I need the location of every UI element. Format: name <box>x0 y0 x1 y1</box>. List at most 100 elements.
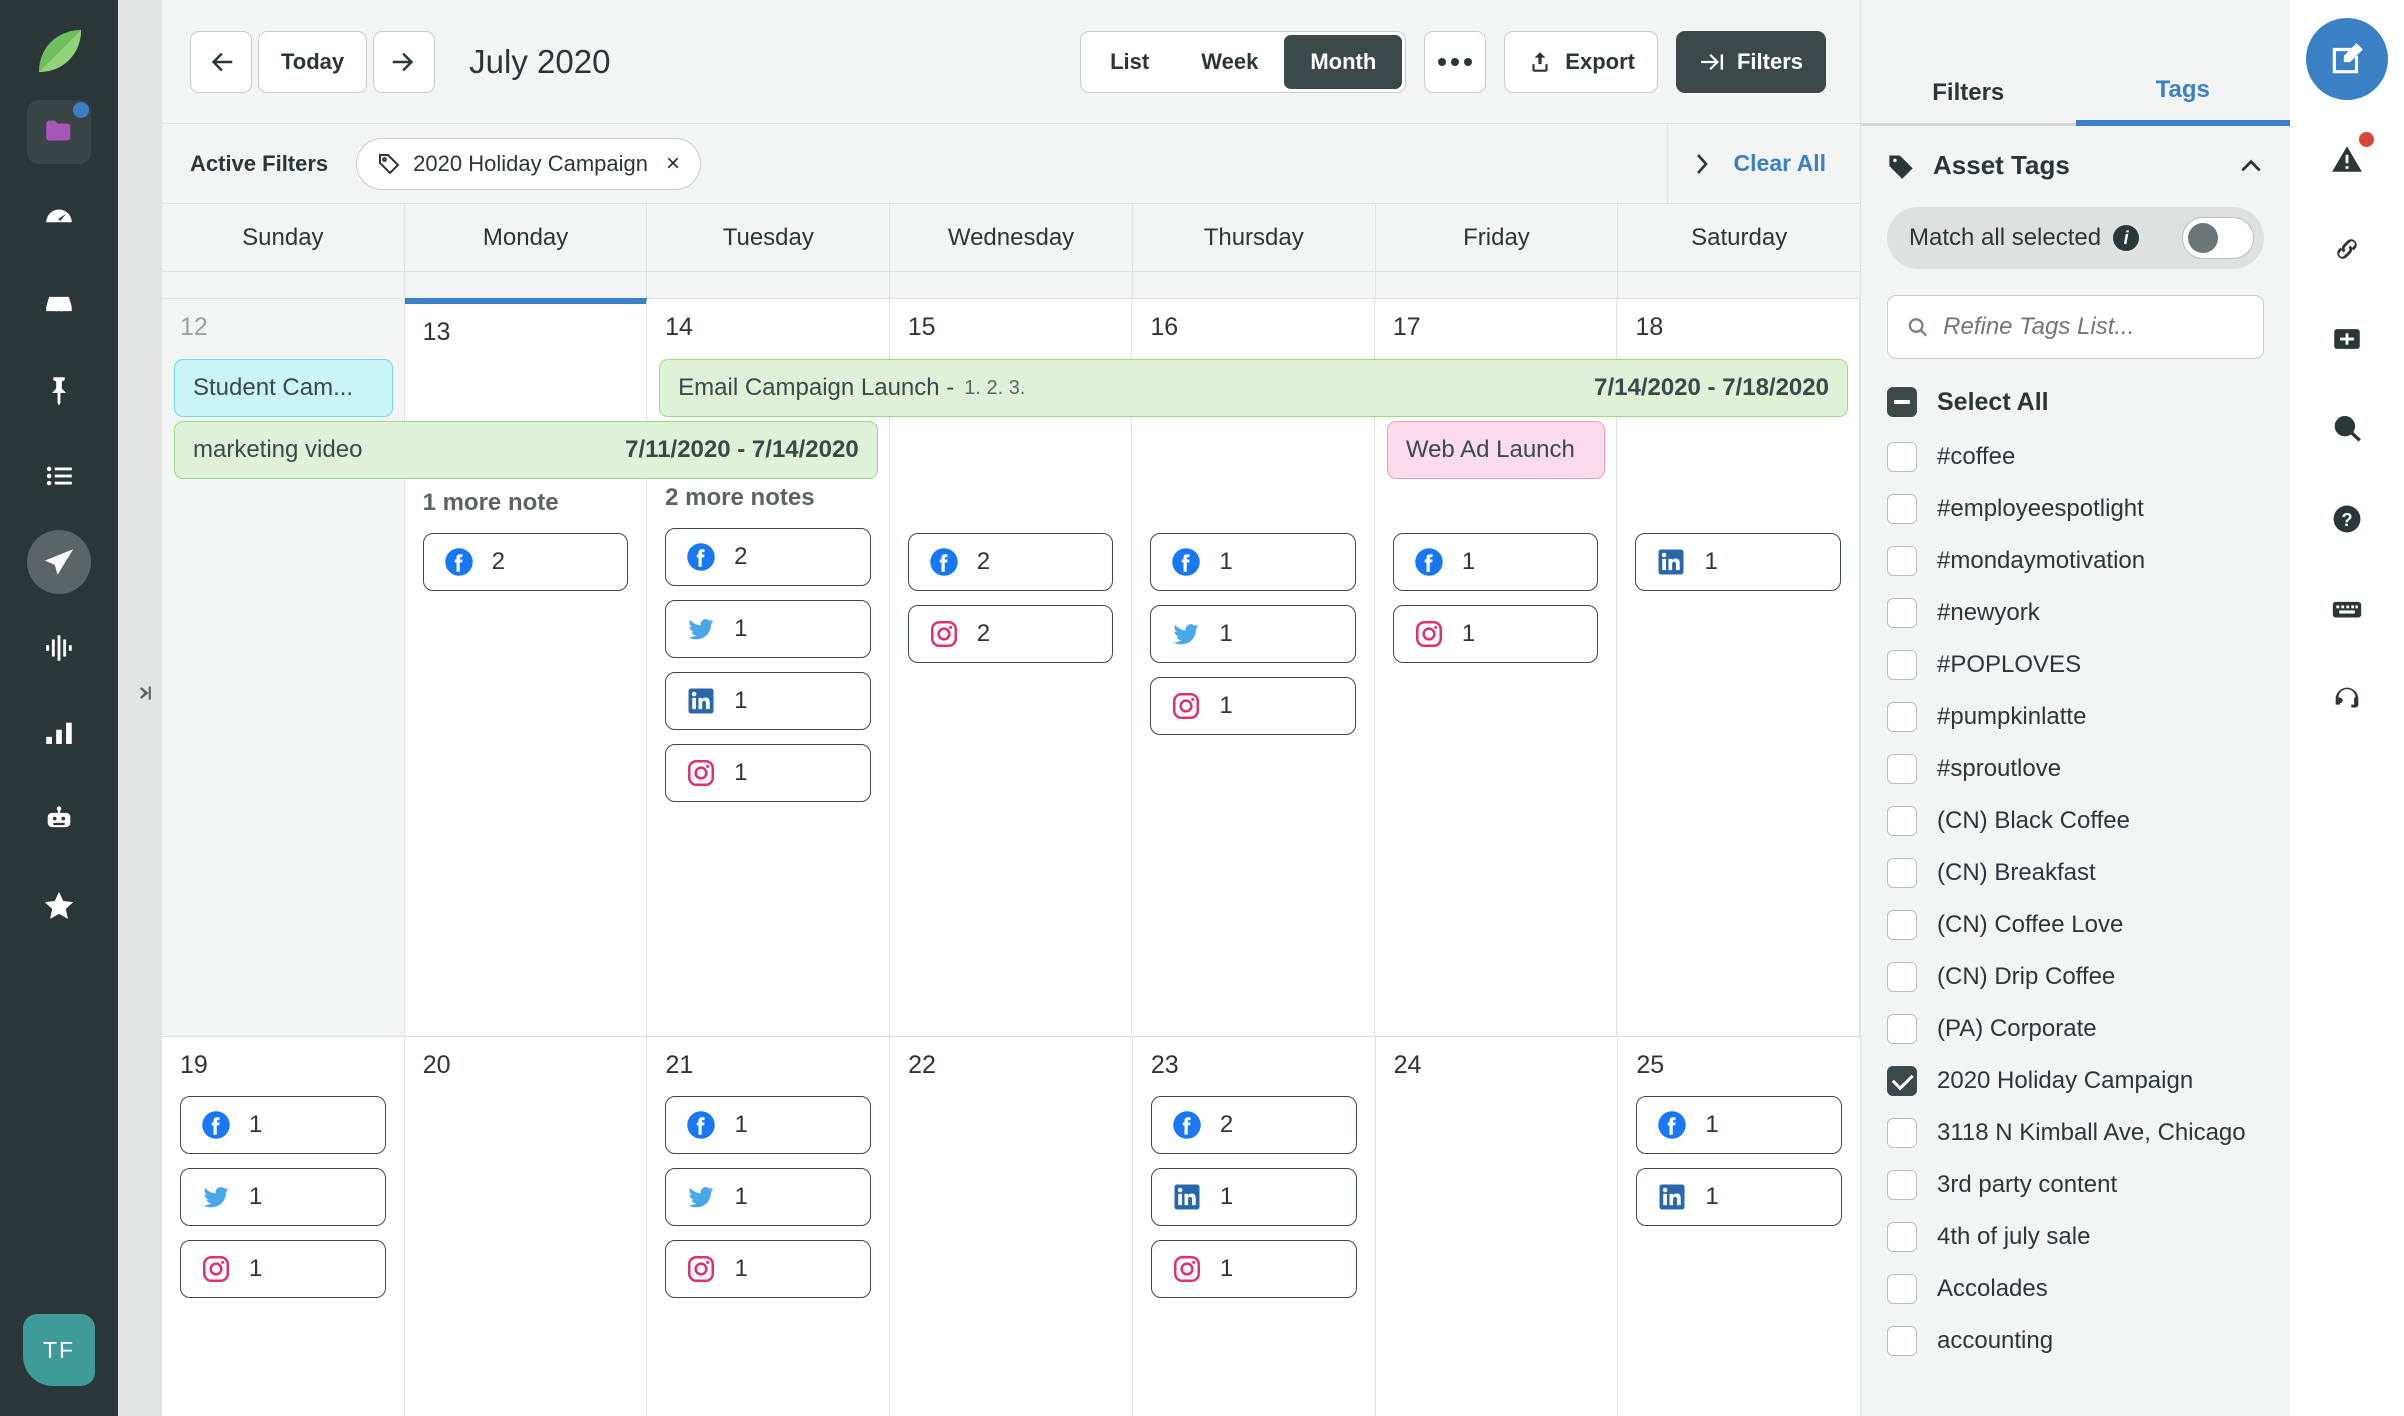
calendar-day-cell[interactable]: 25 1 1 <box>1618 1037 1860 1416</box>
tag-list-item[interactable]: #coffee <box>1887 431 2264 483</box>
view-week[interactable]: Week <box>1175 35 1284 89</box>
alerts-button[interactable] <box>2306 128 2388 190</box>
network-badge[interactable]: 1 <box>665 672 871 730</box>
tag-list-item[interactable]: Accolades <box>1887 1263 2264 1315</box>
calendar-day-cell[interactable]: 23 2 1 1 <box>1133 1037 1376 1416</box>
network-badge[interactable]: 1 <box>1150 605 1356 663</box>
tag-list-item[interactable]: 3rd party content <box>1887 1159 2264 1211</box>
tag-list-item[interactable]: accounting <box>1887 1315 2264 1367</box>
network-badge[interactable]: 2 <box>907 605 1114 663</box>
tag-list-item[interactable]: (CN) Black Coffee <box>1887 795 2264 847</box>
network-badge[interactable]: 1 <box>180 1168 386 1226</box>
chevron-up-icon[interactable] <box>2238 153 2264 179</box>
tag-checkbox[interactable] <box>1887 1014 1917 1044</box>
network-badge[interactable]: 1 <box>1392 605 1599 663</box>
sidebar-item-bot-builder[interactable] <box>27 788 91 852</box>
calendar-day-cell[interactable]: 24 <box>1376 1037 1619 1416</box>
tag-checkbox[interactable] <box>1887 1170 1917 1200</box>
more-notes-link[interactable]: 2 more notes <box>665 484 871 512</box>
more-options-button[interactable] <box>1424 30 1487 93</box>
filter-chip-holiday-campaign[interactable]: 2020 Holiday Campaign × <box>356 137 702 190</box>
calendar-event[interactable]: Email Campaign Launch - 1. 2. 3. 7/14/2020… <box>659 359 1848 417</box>
tag-checkbox[interactable] <box>1887 442 1917 472</box>
network-badge[interactable]: 1 <box>1392 533 1599 591</box>
match-all-toggle[interactable] <box>2182 217 2254 259</box>
calendar-day-cell[interactable]: 13 1 more note 2 <box>404 298 648 1036</box>
help-button[interactable]: ? <box>2306 488 2388 550</box>
network-badge[interactable]: 1 <box>1150 1168 1357 1226</box>
network-badge[interactable]: 1 <box>1150 1240 1357 1298</box>
network-badge[interactable]: 1 <box>1635 533 1842 591</box>
tag-checkbox[interactable] <box>1887 546 1917 576</box>
tag-list-item[interactable]: 3118 N Kimball Ave, Chicago <box>1887 1107 2264 1159</box>
tag-list-item[interactable]: #newyork <box>1887 587 2264 639</box>
search-button[interactable] <box>2306 398 2388 460</box>
select-all-row[interactable]: Select All <box>1861 359 2290 417</box>
tag-list-item[interactable]: #pumpkinlatte <box>1887 691 2264 743</box>
sidebar-item-tasks-list[interactable] <box>27 444 91 508</box>
export-button[interactable]: Export <box>1504 30 1658 93</box>
network-badge[interactable]: 1 <box>665 1096 872 1154</box>
network-badge[interactable]: 2 <box>907 533 1114 591</box>
calendar-day-cell[interactable]: 21 1 1 1 <box>647 1037 891 1416</box>
network-badge[interactable]: 1 <box>665 1168 872 1226</box>
network-badge[interactable]: 1 <box>1636 1096 1843 1154</box>
tag-checkbox[interactable] <box>1887 1326 1917 1356</box>
sidebar-item-reviews[interactable] <box>27 874 91 938</box>
tag-checkbox[interactable] <box>1887 754 1917 784</box>
sidebar-collapse-strip[interactable] <box>118 0 162 1416</box>
tag-checkbox[interactable] <box>1887 494 1917 524</box>
view-month[interactable]: Month <box>1284 34 1403 89</box>
info-icon[interactable]: i <box>2113 225 2140 251</box>
tag-list-item[interactable]: #employeespotlight <box>1887 483 2264 535</box>
support-button[interactable] <box>2306 668 2388 730</box>
refine-tags-search[interactable] <box>1887 295 2264 359</box>
sidebar-item-inbox[interactable] <box>27 272 91 336</box>
network-badge[interactable]: 1 <box>180 1240 386 1298</box>
view-list[interactable]: List <box>1084 35 1175 89</box>
network-badge[interactable]: 2 <box>665 528 871 586</box>
sidebar-item-dashboard[interactable] <box>27 186 91 250</box>
tag-checkbox[interactable] <box>1887 598 1917 628</box>
tag-checkbox[interactable] <box>1887 1066 1917 1096</box>
sidebar-item-publishing[interactable] <box>27 530 91 594</box>
prev-month-button[interactable] <box>190 30 252 93</box>
network-badge[interactable]: 1 <box>665 744 871 802</box>
tag-list-item[interactable]: (CN) Breakfast <box>1887 847 2264 899</box>
tag-checkbox[interactable] <box>1887 650 1917 680</box>
tag-list-item[interactable]: 4th of july sale <box>1887 1211 2264 1263</box>
tab-filters[interactable]: Filters <box>1861 79 2076 126</box>
tag-checkbox[interactable] <box>1887 1274 1917 1304</box>
tag-checkbox[interactable] <box>1887 910 1917 940</box>
today-button[interactable]: Today <box>258 30 368 93</box>
calendar-day-cell[interactable]: 19 1 1 1 <box>162 1037 405 1416</box>
network-badge[interactable]: 2 <box>422 533 629 591</box>
chevron-right-icon[interactable] <box>1690 149 1714 179</box>
select-all-checkbox[interactable] <box>1887 387 1917 417</box>
more-notes-link[interactable]: 1 more note <box>423 489 629 517</box>
tag-list-item[interactable]: (CN) Drip Coffee <box>1887 951 2264 1003</box>
search-input[interactable] <box>1943 313 2245 341</box>
network-badge[interactable]: 1 <box>665 600 871 658</box>
sidebar-item-listening[interactable] <box>27 616 91 680</box>
tag-list-item[interactable]: (CN) Coffee Love <box>1887 899 2264 951</box>
compose-button[interactable] <box>2306 18 2388 100</box>
tag-list-item[interactable]: 2020 Holiday Campaign <box>1887 1055 2264 1107</box>
tag-checkbox[interactable] <box>1887 702 1917 732</box>
filters-button[interactable]: Filters <box>1675 30 1826 93</box>
calendar-event[interactable]: Web Ad Launch <box>1386 421 1606 479</box>
sprout-leaf-logo[interactable] <box>33 26 85 78</box>
tag-checkbox[interactable] <box>1887 962 1917 992</box>
calendar-day-cell[interactable]: 22 <box>890 1037 1133 1416</box>
calendar-day-cell[interactable]: 20 <box>405 1037 648 1416</box>
network-badge[interactable]: 1 <box>1150 533 1356 591</box>
asset-tags-header[interactable]: Asset Tags <box>1861 126 2290 181</box>
add-button[interactable] <box>2306 308 2388 370</box>
tag-checkbox[interactable] <box>1887 858 1917 888</box>
sidebar-item-reports[interactable] <box>27 702 91 766</box>
tab-tags[interactable]: Tags <box>2075 76 2290 126</box>
tag-list-item[interactable]: #mondaymotivation <box>1887 535 2264 587</box>
sidebar-item-assets-folder[interactable] <box>27 100 91 164</box>
network-badge[interactable]: 1 <box>180 1096 386 1154</box>
tag-list-item[interactable]: #POPLOVES <box>1887 639 2264 691</box>
